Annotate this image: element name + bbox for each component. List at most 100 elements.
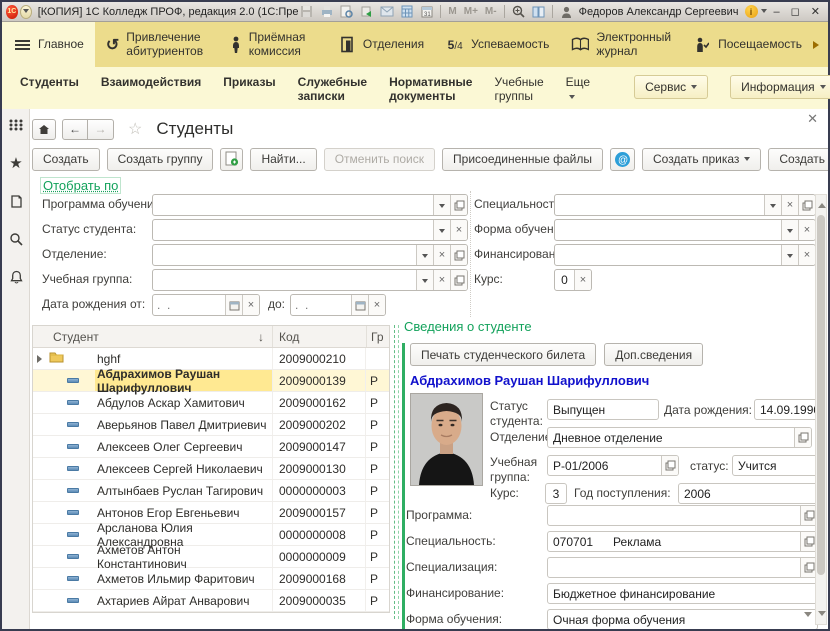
- minimize-button[interactable]: –: [770, 6, 784, 18]
- filter-specialty-dropdown-icon[interactable]: [764, 195, 781, 215]
- filter-financing-field[interactable]: [555, 245, 781, 265]
- information-menu-button[interactable]: Информация: [730, 75, 830, 99]
- menu-item-eshche[interactable]: Еще: [566, 75, 590, 104]
- department-field[interactable]: Дневное отделение: [547, 427, 812, 448]
- tab-priemnaya-komissiya[interactable]: Приёмная комиссия: [219, 22, 327, 67]
- filter-financing-dropdown-icon[interactable]: [781, 245, 798, 265]
- filter-group-field[interactable]: [153, 270, 416, 290]
- tab-elektronnyj-zhurnal[interactable]: Электронный журнал: [560, 22, 682, 67]
- filter-group-clear-icon[interactable]: ×: [433, 270, 450, 290]
- tab-scroll-right-button[interactable]: [813, 22, 828, 67]
- menu-item-prikazy[interactable]: Приказы: [223, 75, 275, 89]
- create-dropdown-button[interactable]: Создать: [768, 148, 828, 171]
- info-dropdown-icon[interactable]: [761, 9, 767, 16]
- extra-info-button[interactable]: Доп.сведения: [604, 343, 703, 366]
- admission-year-field[interactable]: 2006: [678, 483, 818, 504]
- email-globe-icon[interactable]: @: [610, 148, 635, 171]
- tab-uspevaemost[interactable]: 5/4Успеваемость: [435, 22, 560, 67]
- filter-program-open-icon[interactable]: [450, 195, 467, 215]
- vertical-scrollbar[interactable]: [815, 194, 827, 625]
- panel-splitter[interactable]: [394, 325, 395, 619]
- memory-mminus-button[interactable]: M-: [483, 6, 499, 17]
- filter-birthdate-to-field[interactable]: [291, 295, 351, 315]
- system-menu-button[interactable]: [20, 5, 32, 19]
- department-open-icon[interactable]: [794, 428, 811, 447]
- tab-otdeleniya[interactable]: Отделения: [327, 22, 435, 67]
- favorites-icon[interactable]: ★: [7, 154, 25, 172]
- group-status-field[interactable]: Учится: [732, 455, 818, 476]
- scroll-up-icon[interactable]: [818, 199, 826, 208]
- tab-poseshchaemost[interactable]: Посещаемость: [682, 22, 813, 67]
- table-row[interactable]: Абдрахимов Раушан Шарифуллович2009000139…: [33, 370, 389, 392]
- filter-birthdate-to-clear-icon[interactable]: ×: [368, 295, 385, 315]
- table-row[interactable]: Ахметов Ильмир Фаритович2009000168Р: [33, 568, 389, 590]
- create-group-button[interactable]: Создать группу: [107, 148, 214, 171]
- print-student-card-button[interactable]: Печать студенческого билета: [410, 343, 596, 366]
- column-header-student[interactable]: Студент↓: [33, 326, 273, 347]
- table-row[interactable]: Алексеев Олег Сергеевич2009000147Р: [33, 436, 389, 458]
- zoom-icon[interactable]: [510, 4, 527, 19]
- filter-status-field[interactable]: [153, 220, 433, 240]
- service-menu-button[interactable]: Сервис: [634, 75, 708, 99]
- filter-course-clear-icon[interactable]: ×: [574, 270, 591, 290]
- print-preview-icon[interactable]: [338, 4, 355, 19]
- form-close-icon[interactable]: ✕: [807, 111, 818, 127]
- table-row[interactable]: Алтынбаев Руслан Тагирович0000000003Р: [33, 480, 389, 502]
- menu-item-uchebnye-gruppy[interactable]: Учебные группы: [494, 75, 543, 104]
- send-icon[interactable]: [358, 4, 375, 19]
- scrollbar-thumb[interactable]: [817, 215, 825, 575]
- filter-status-clear-icon[interactable]: ×: [450, 220, 467, 240]
- close-button[interactable]: ✕: [807, 5, 824, 18]
- print-icon[interactable]: [318, 4, 335, 19]
- menu-item-sluzhebnye-zapiski[interactable]: Служебные записки: [298, 75, 367, 104]
- filter-program-dropdown-icon[interactable]: [433, 195, 450, 215]
- back-button[interactable]: ←: [62, 119, 88, 140]
- forward-button[interactable]: →: [88, 119, 114, 140]
- find-button[interactable]: Найти...: [250, 148, 316, 171]
- filter-program-input[interactable]: [152, 194, 468, 216]
- filter-eduform-clear-icon[interactable]: ×: [798, 220, 815, 240]
- favorite-star-icon[interactable]: ☆: [128, 119, 142, 139]
- filter-status-input[interactable]: ×: [152, 219, 468, 241]
- home-button[interactable]: [32, 119, 56, 140]
- filter-eduform-input[interactable]: ×: [554, 219, 816, 241]
- all-functions-icon[interactable]: [7, 116, 25, 134]
- study-group-open-icon[interactable]: [661, 456, 678, 475]
- attached-files-button[interactable]: Присоединенные файлы: [442, 148, 603, 171]
- split-columns-icon[interactable]: [530, 4, 547, 19]
- filter-department-dropdown-icon[interactable]: [416, 245, 433, 265]
- filter-program-field[interactable]: [153, 195, 433, 215]
- column-header-code[interactable]: Код: [273, 326, 367, 347]
- filter-specialty-clear-icon[interactable]: ×: [781, 195, 798, 215]
- table-row[interactable]: Ахтариев Айрат Анварович2009000035Р: [33, 590, 389, 612]
- panel-scroll-down-icon[interactable]: [804, 612, 812, 621]
- expand-arrow-icon[interactable]: [37, 355, 46, 363]
- filter-birthdate-from-input[interactable]: ×: [152, 294, 260, 316]
- copy-item-icon[interactable]: [220, 148, 243, 171]
- filter-specialty-input[interactable]: ×: [554, 194, 816, 216]
- filter-department-field[interactable]: [153, 245, 416, 265]
- calculator-icon[interactable]: [398, 4, 415, 19]
- filter-birthdate-from-clear-icon[interactable]: ×: [242, 295, 259, 315]
- calendar-icon[interactable]: 31: [418, 4, 435, 19]
- filter-birthdate-to-calendar-icon[interactable]: [351, 295, 368, 315]
- memory-m-button[interactable]: M: [446, 6, 458, 17]
- filter-specialty-open-icon[interactable]: [798, 195, 815, 215]
- tab-privlechenie-abiturientov[interactable]: ↺Привлечение абитуриентов: [95, 22, 219, 67]
- filter-group-dropdown-icon[interactable]: [416, 270, 433, 290]
- create-order-button[interactable]: Создать приказ: [642, 148, 761, 171]
- filter-specialty-field[interactable]: [555, 195, 764, 215]
- filter-birthdate-to-input[interactable]: ×: [290, 294, 386, 316]
- filter-birthdate-from-calendar-icon[interactable]: [225, 295, 242, 315]
- menu-item-vzaimodejstviya[interactable]: Взаимодействия: [101, 75, 201, 89]
- filter-department-open-icon[interactable]: [450, 245, 467, 265]
- scroll-down-icon[interactable]: [818, 611, 826, 620]
- table-row[interactable]: Ахметов Антон Константинович0000000009Р: [33, 546, 389, 568]
- menu-item-studenty[interactable]: Студенты: [20, 75, 79, 89]
- filter-eduform-dropdown-icon[interactable]: [781, 220, 798, 240]
- table-row[interactable]: Абдулов Аскар Хамитович2009000162Р: [33, 392, 389, 414]
- financing-field[interactable]: Бюджетное финансирование: [547, 583, 818, 604]
- edu-form-field[interactable]: Очная форма обучения: [547, 609, 818, 629]
- filter-course-field[interactable]: [555, 270, 574, 290]
- filter-group-open-icon[interactable]: [450, 270, 467, 290]
